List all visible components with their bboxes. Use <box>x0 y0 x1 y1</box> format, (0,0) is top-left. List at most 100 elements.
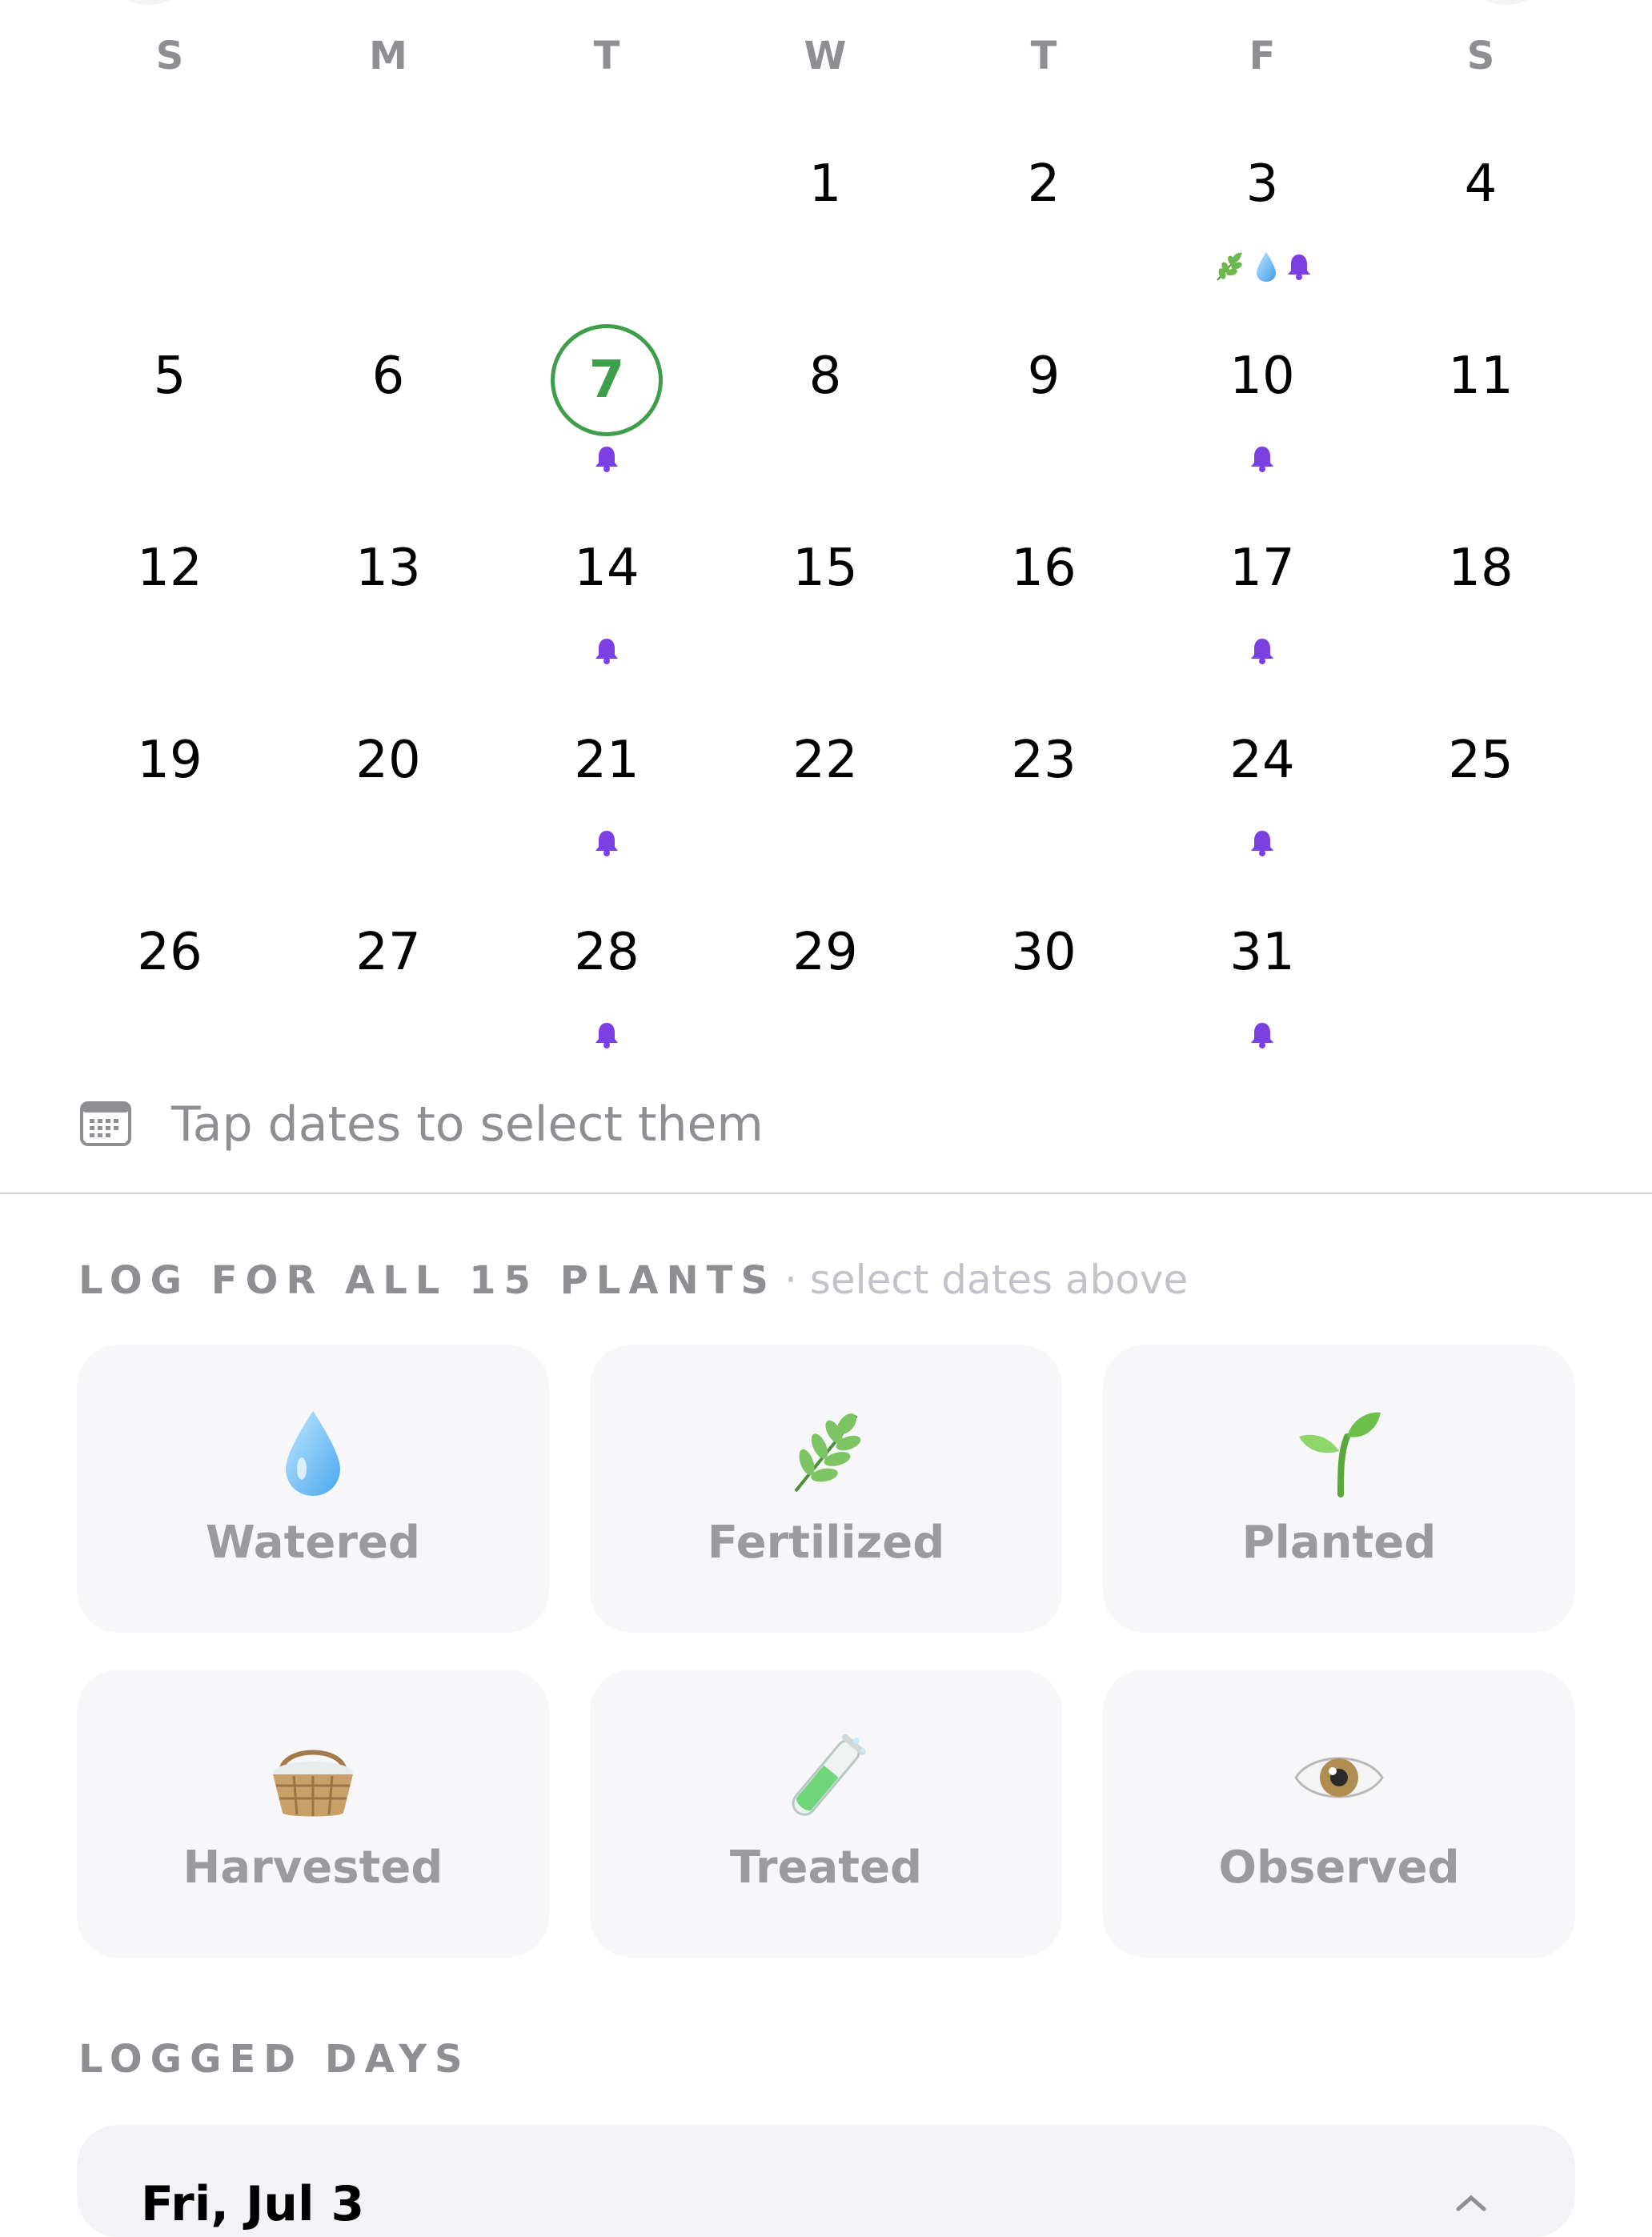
logged-day-date: Fri, Jul 3 <box>141 2176 365 2232</box>
water-drop-icon <box>1254 251 1278 286</box>
calendar-day-5[interactable]: 5 <box>82 320 258 480</box>
bell-icon <box>1249 1021 1275 1052</box>
calendar-day-29[interactable]: 29 <box>737 896 913 1056</box>
today-date-number: 7 <box>551 324 663 436</box>
calendar-day-13[interactable]: 13 <box>300 512 476 672</box>
date-number: 27 <box>355 923 421 982</box>
bell-icon <box>1249 637 1275 667</box>
calendar-day-6[interactable]: 6 <box>300 320 476 480</box>
date-number: 16 <box>1011 539 1077 598</box>
date-number: 3 <box>1245 154 1279 214</box>
calendar-day-23[interactable]: 23 <box>956 704 1132 864</box>
tile-label: Watered <box>206 1517 420 1569</box>
calendar-day-20[interactable]: 20 <box>300 704 476 864</box>
log-section-title: LOG FOR ALL 15 PLANTS <box>78 1258 776 1303</box>
bell-icon <box>1286 253 1312 283</box>
day-event-markers <box>1174 1016 1350 1056</box>
treated-button[interactable]: Treated <box>590 1670 1062 1958</box>
planted-button[interactable]: Planted <box>1103 1345 1575 1633</box>
fertilized-button[interactable]: Fertilized <box>590 1345 1062 1633</box>
date-number: 13 <box>355 539 421 598</box>
section-divider <box>0 1193 1652 1194</box>
day-event-markers <box>519 824 695 864</box>
calendar-day-31[interactable]: 31 <box>1174 896 1350 1056</box>
calendar-day-24[interactable]: 24 <box>1174 704 1350 864</box>
calendar-day-3[interactable]: 3 <box>1174 128 1350 288</box>
day-event-markers <box>519 440 695 480</box>
date-number: 11 <box>1448 347 1514 406</box>
calendar-day-12[interactable]: 12 <box>82 512 258 672</box>
date-number: 24 <box>1229 731 1295 790</box>
day-event-markers <box>519 1016 695 1056</box>
log-section-header: LOG FOR ALL 15 PLANTS · select dates abo… <box>78 1257 1188 1303</box>
date-number: 14 <box>574 539 640 598</box>
observed-button[interactable]: Observed <box>1103 1670 1575 1958</box>
calendar-day-25[interactable]: 25 <box>1393 704 1569 864</box>
logged-days-title: LOGGED DAYS <box>78 2037 471 2082</box>
date-number: 28 <box>574 923 640 982</box>
calendar-day-14[interactable]: 14 <box>519 512 695 672</box>
bell-icon <box>594 1021 620 1052</box>
calendar-day-7[interactable]: 7 <box>519 320 695 480</box>
date-number: 19 <box>137 731 202 790</box>
logged-day-card[interactable]: Fri, Jul 3 <box>77 2125 1575 2237</box>
tile-label: Observed <box>1218 1842 1460 1894</box>
calendar-day-18[interactable]: 18 <box>1393 512 1569 672</box>
calendar-day-16[interactable]: 16 <box>956 512 1132 672</box>
selection-hint-text: Tap dates to select them <box>171 1096 764 1153</box>
calendar-day-2[interactable]: 2 <box>956 128 1132 288</box>
date-number: 31 <box>1229 923 1295 982</box>
calendar-day-22[interactable]: 22 <box>737 704 913 864</box>
chevron-up-icon <box>1455 2193 1487 2215</box>
day-event-markers <box>1174 632 1350 672</box>
calendar-day-26[interactable]: 26 <box>82 896 258 1056</box>
watered-button[interactable]: Watered <box>77 1345 549 1633</box>
calendar-day-21[interactable]: 21 <box>519 704 695 864</box>
seedling-icon <box>1291 1405 1387 1501</box>
date-number: 30 <box>1011 923 1077 982</box>
date-number: 21 <box>574 731 640 790</box>
day-event-markers <box>1174 248 1350 288</box>
date-number: 23 <box>1011 731 1077 790</box>
date-number: 1 <box>808 154 842 214</box>
bell-icon <box>594 445 620 475</box>
calendar-day-27[interactable]: 27 <box>300 896 476 1056</box>
calendar-day-10[interactable]: 10 <box>1174 320 1350 480</box>
calendar-day-11[interactable]: 11 <box>1393 320 1569 480</box>
eye-icon <box>1291 1730 1387 1826</box>
date-number: 6 <box>371 347 405 406</box>
calendar-day-8[interactable]: 8 <box>737 320 913 480</box>
water-drop-icon <box>265 1405 361 1501</box>
date-number: 18 <box>1448 539 1514 598</box>
basket-icon <box>265 1730 361 1826</box>
date-number: 12 <box>137 539 202 598</box>
date-number: 5 <box>153 347 186 406</box>
calendar-day-15[interactable]: 15 <box>737 512 913 672</box>
date-number: 17 <box>1229 539 1295 598</box>
calendar-day-30[interactable]: 30 <box>956 896 1132 1056</box>
date-number: 20 <box>355 731 421 790</box>
herb-icon <box>1213 250 1246 287</box>
calendar-grid: 1 2 3 4 5 6 7 8 9 10 11 12 13 14 15 16 17 18 19 20 21 22 23 24 2… <box>0 0 1652 1072</box>
date-number: 2 <box>1027 154 1061 214</box>
date-number: 22 <box>792 731 858 790</box>
calendar-day-1[interactable]: 1 <box>737 128 913 288</box>
date-number: 26 <box>137 923 202 982</box>
date-number: 10 <box>1229 347 1295 406</box>
date-number: 9 <box>1027 347 1061 406</box>
calendar-day-28[interactable]: 28 <box>519 896 695 1056</box>
day-event-markers <box>1174 824 1350 864</box>
test-tube-icon <box>778 1730 874 1826</box>
calendar-day-9[interactable]: 9 <box>956 320 1132 480</box>
harvested-button[interactable]: Harvested <box>77 1670 549 1958</box>
selection-hint: Tap dates to select them <box>80 1092 764 1157</box>
tile-label: Fertilized <box>707 1517 945 1569</box>
calendar-day-4[interactable]: 4 <box>1393 128 1569 288</box>
calendar-day-17[interactable]: 17 <box>1174 512 1350 672</box>
tile-label: Treated <box>729 1842 923 1894</box>
date-number: 25 <box>1448 731 1514 790</box>
date-number: 29 <box>792 923 858 982</box>
calendar-day-19[interactable]: 19 <box>82 704 258 864</box>
date-number: 15 <box>792 539 858 598</box>
calendar-icon <box>80 1100 131 1149</box>
